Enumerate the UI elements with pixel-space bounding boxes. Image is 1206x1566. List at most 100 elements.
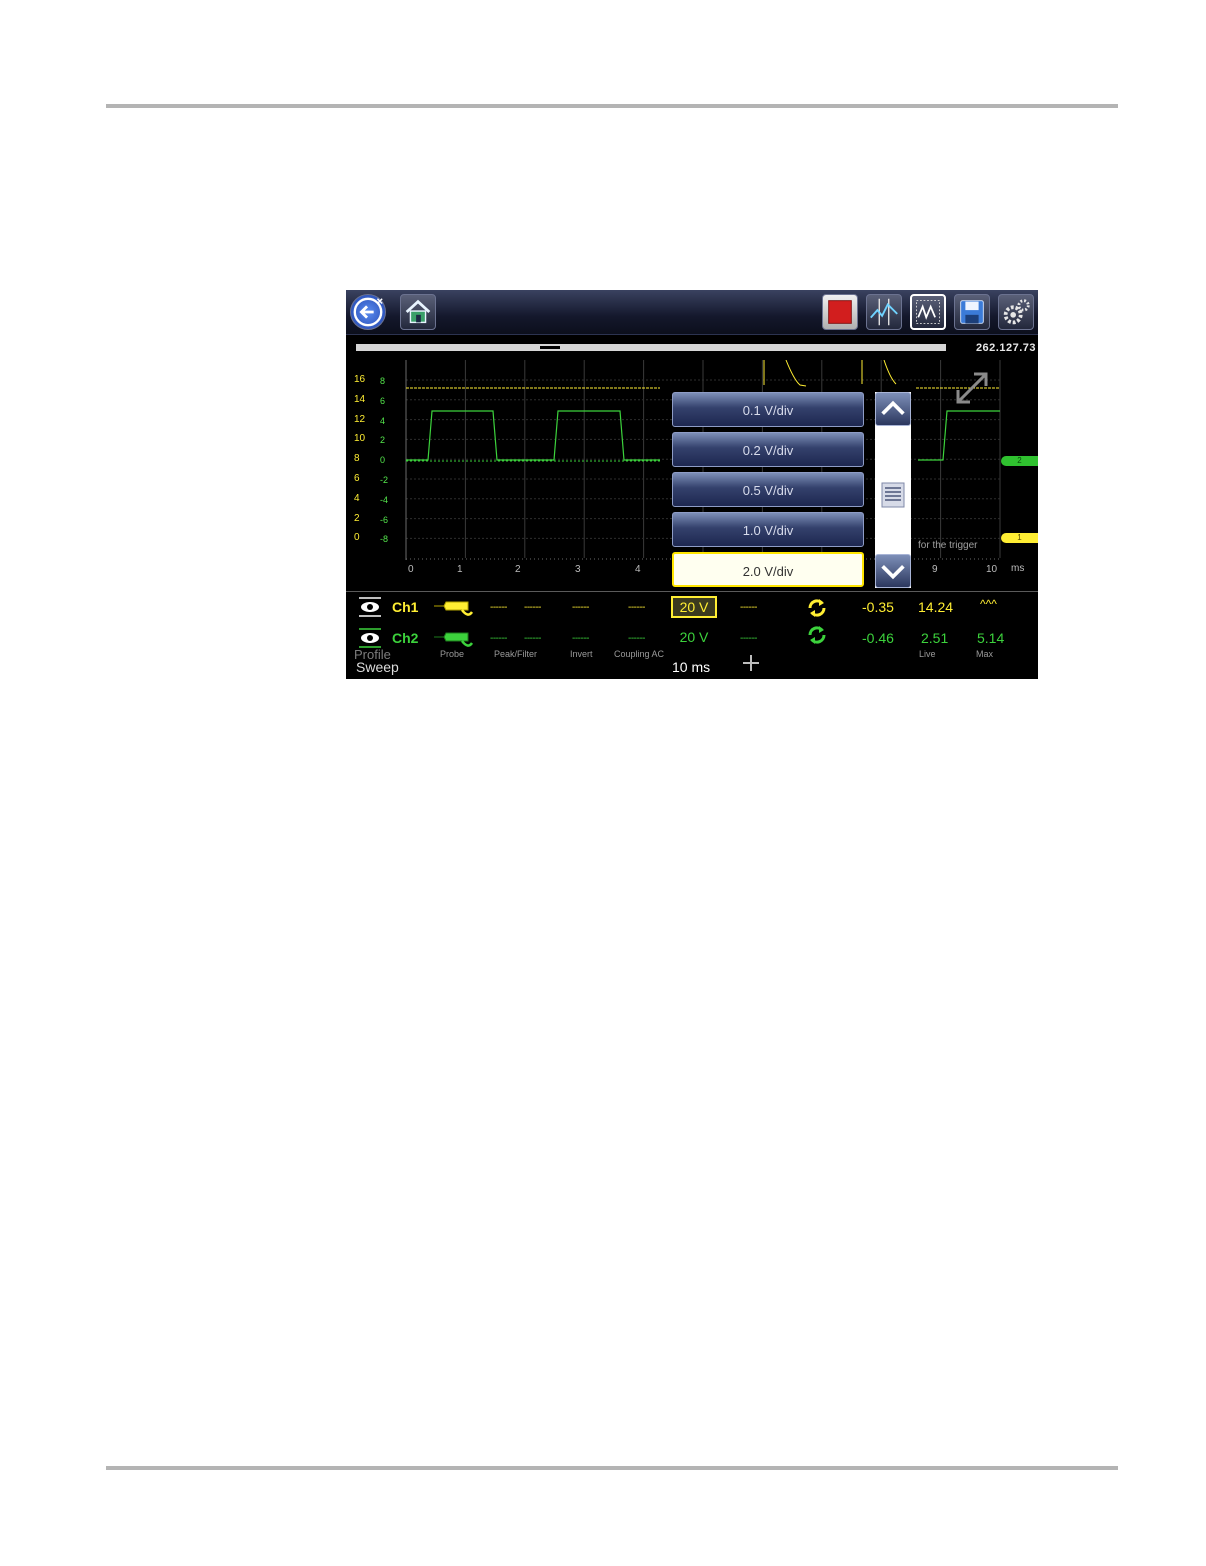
- chevron-up-icon: [881, 400, 905, 416]
- footer-rule: [106, 1466, 1118, 1470]
- scope-trace-button[interactable]: [910, 294, 946, 330]
- scroll-up-button[interactable]: [875, 392, 911, 426]
- chevron-down-icon: [881, 564, 905, 580]
- channel-row-ch2[interactable]: Ch2 ------ ------ ------ ------ 20 V ---…: [346, 624, 1038, 654]
- ch1-trigger-trace: [763, 360, 897, 387]
- volts-per-div-option[interactable]: 0.5 V/div: [672, 472, 864, 507]
- expand-icon: [956, 372, 988, 404]
- eye-icon: [359, 628, 381, 648]
- ch2-probe-button[interactable]: [432, 627, 474, 651]
- probe-icon: [434, 632, 474, 647]
- ch1-scale-value: 20 V: [679, 599, 709, 615]
- ch1-tick-label: 4: [354, 492, 360, 504]
- plus-icon: [743, 655, 759, 671]
- ch2-coupling-value: ------: [628, 633, 645, 644]
- ch2-tick-label: -2: [380, 475, 389, 485]
- time-tick-label: 9: [932, 564, 938, 575]
- time-tick-label: 1: [457, 564, 463, 575]
- ch2-autoscale-button[interactable]: [806, 624, 828, 646]
- trace-scrollbar[interactable]: [356, 344, 946, 351]
- stop-icon: [828, 300, 852, 324]
- volts-per-div-option[interactable]: 2.0 V/div: [672, 552, 864, 587]
- ch1-tick-label: 6: [354, 473, 360, 484]
- ch1-tick-label: 16: [354, 374, 366, 385]
- scope-trace-icon: [916, 300, 940, 324]
- time-tick-label: 0: [408, 564, 414, 575]
- save-button[interactable]: [954, 294, 990, 330]
- volts-per-div-option[interactable]: 1.0 V/div: [672, 512, 864, 547]
- ch1-tick-label: 0: [354, 532, 360, 544]
- ch1-tick-label: 10: [354, 433, 366, 445]
- save-icon: [960, 300, 984, 324]
- ch2-tick-label: -4: [380, 494, 389, 505]
- ch2-tick-label: -6: [380, 514, 389, 525]
- sweep-label: Sweep: [356, 659, 399, 675]
- ch2-tick-label: -8: [380, 534, 389, 545]
- ch1-probe-button[interactable]: [432, 596, 474, 620]
- cursors-icon: [870, 298, 898, 326]
- home-button[interactable]: [400, 294, 436, 330]
- ch2-min: -0.46: [862, 630, 894, 646]
- position-readout: 262.127.73: [975, 342, 1036, 354]
- back-button[interactable]: [350, 294, 386, 330]
- ch2-label: Ch2: [392, 630, 419, 646]
- ch1-autoscale-button[interactable]: [806, 597, 828, 619]
- ch1-min: -0.35: [862, 599, 894, 615]
- ch2-scale-button[interactable]: 20 V: [671, 627, 717, 649]
- ch1-live: 14.24: [918, 599, 954, 615]
- trace-scroll-thumb[interactable]: [540, 346, 560, 349]
- ch1-scale-button[interactable]: 20 V: [671, 596, 717, 618]
- scroll-down-button[interactable]: [875, 554, 911, 588]
- ch1-tick-label: 8: [354, 453, 360, 465]
- refresh-icon: [808, 626, 826, 644]
- ch2-tick-label: 0: [380, 455, 386, 466]
- stop-button[interactable]: [822, 294, 858, 330]
- ch2-tick-label: 4: [380, 415, 386, 426]
- volts-per-div-dropdown: 0.1 V/div 0.2 V/div 0.5 V/div 1.0 V/div 2.0 …: [670, 390, 914, 590]
- fullscreen-button[interactable]: [952, 368, 992, 408]
- ch1-invert-value: ------: [572, 602, 589, 613]
- ch2-level-marker[interactable]: 2: [1001, 456, 1038, 466]
- dropdown-scroll-thumb[interactable]: [881, 482, 905, 508]
- ch1-extra-value: ------: [740, 602, 757, 613]
- ch2-visibility-toggle[interactable]: [358, 628, 382, 648]
- back-icon: [353, 297, 383, 327]
- ch1-probe-value: ------: [490, 602, 507, 613]
- ch1-peak-value: ------: [524, 602, 541, 613]
- ch1-level-marker[interactable]: 1: [1001, 533, 1038, 543]
- sweep-increase-button[interactable]: [742, 654, 760, 672]
- home-icon: [405, 299, 431, 324]
- ch1-tick-label: 14: [354, 393, 366, 405]
- probe-icon: [434, 601, 474, 616]
- toolbar: [346, 290, 1038, 335]
- volts-per-div-option[interactable]: 0.1 V/div: [672, 392, 864, 427]
- ch2-max: 5.14: [977, 630, 1005, 646]
- settings-button[interactable]: [998, 294, 1034, 330]
- ch2-peak-value: ------: [524, 633, 541, 644]
- time-tick-label: 2: [515, 564, 521, 575]
- ch2-invert-value: ------: [572, 633, 589, 644]
- ch1-max: ^^^: [980, 597, 997, 611]
- ch1-label: Ch1: [392, 599, 419, 615]
- volts-per-div-option[interactable]: 0.2 V/div: [672, 432, 864, 467]
- sweep-value[interactable]: 10 ms: [672, 659, 710, 675]
- trigger-hint: for the trigger: [918, 540, 978, 551]
- settings-icon: [1003, 299, 1030, 325]
- grip-icon: [881, 482, 905, 508]
- ch1-tick-label: 2: [354, 512, 360, 524]
- ch2-tick-label: 8: [380, 376, 386, 386]
- channel-row-ch1[interactable]: Ch1 ------ ------ ------ ------ 20 V ---…: [346, 593, 1038, 623]
- ch2-extra-value: ------: [740, 633, 757, 644]
- ch1-coupling-value: ------: [628, 602, 645, 613]
- table-divider: [346, 591, 1038, 592]
- header-rule: [106, 104, 1118, 108]
- time-tick-label: 3: [575, 564, 581, 575]
- ch2-scale-value: 20 V: [679, 629, 709, 645]
- sweep-row: Sweep 10 ms: [346, 654, 1038, 678]
- ch2-tick-label: 6: [380, 395, 386, 406]
- cursors-button[interactable]: [866, 294, 902, 330]
- ch1-visibility-toggle[interactable]: [358, 597, 382, 617]
- ch2-live: 2.51: [921, 630, 949, 646]
- ch1-tick-label: 12: [354, 413, 366, 425]
- scope-screen: 262.127.73 16 14 12 10 8 6 4 2 0 8 6 4 2 0 -2 -4 -6 -8 0…: [346, 290, 1038, 679]
